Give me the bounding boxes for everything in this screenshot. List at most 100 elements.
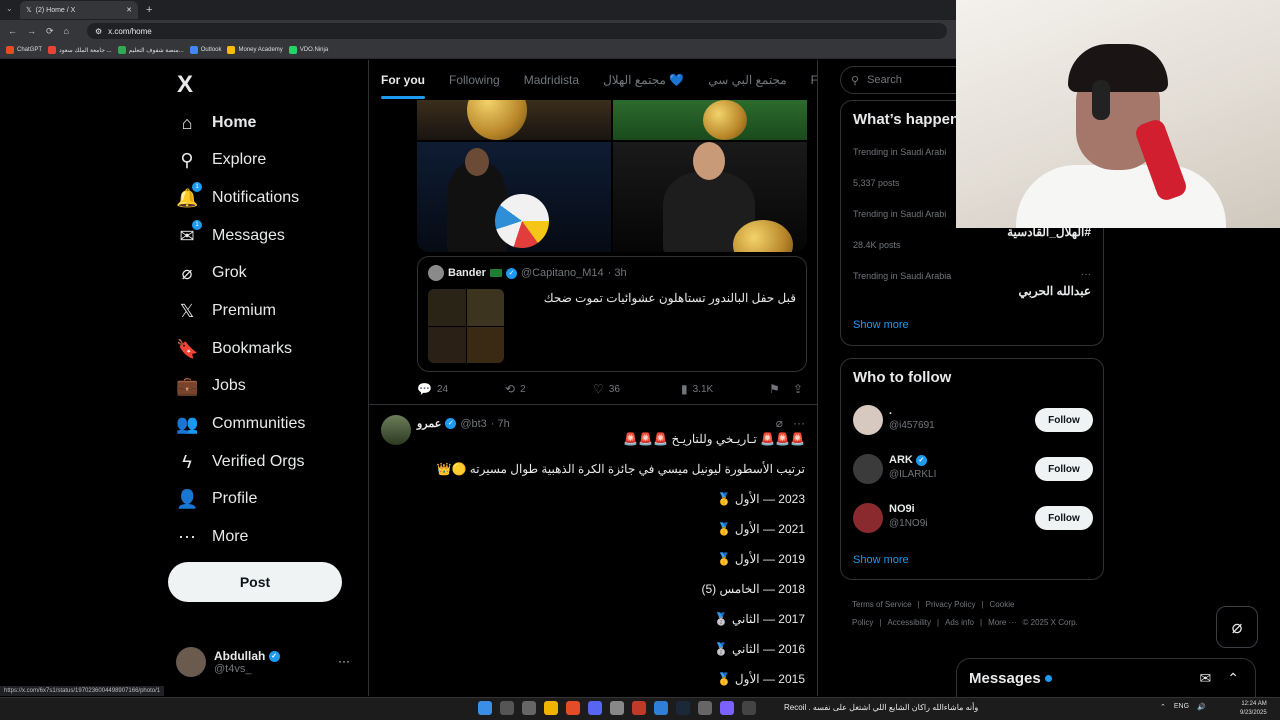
windows-start-icon[interactable] [478, 701, 492, 715]
post-more-icon[interactable]: ··· [793, 416, 805, 430]
share-button[interactable]: ⇪ [793, 382, 803, 396]
avatar[interactable] [381, 415, 411, 445]
follow-suggestion[interactable]: . @i457691 Follow [853, 403, 1093, 437]
system-clock[interactable]: 12:24 AM 9/23/2025 [1240, 700, 1267, 718]
trend-more-icon[interactable]: ··· [1081, 269, 1091, 280]
nav-item-jobs[interactable]: 💼 Jobs [176, 368, 246, 404]
post-author-name[interactable]: عمرو [417, 417, 441, 430]
nav-item-profile[interactable]: 👤 Profile [176, 481, 257, 517]
trend-context: Trending in Saudi Arabi [853, 209, 947, 219]
bookmark-item[interactable]: Outlook [189, 46, 221, 54]
chrome-icon[interactable] [566, 701, 580, 715]
trends-show-more-link[interactable]: Show more [853, 319, 909, 331]
tab-bc-community[interactable]: مجتمع البي سي [696, 60, 798, 100]
bookmark-item[interactable]: VDO.Ninja [288, 46, 328, 54]
views-button[interactable]: ▮ 3.1K [681, 382, 713, 396]
post-author-handle[interactable]: @bt3 [460, 418, 486, 430]
quoted-post[interactable]: Bander ✓ @Capitano_M14 · 3h قبل حفل البا… [417, 256, 807, 372]
footer-link[interactable]: Terms of Service [852, 600, 912, 609]
follow-show-more-link[interactable]: Show more [853, 554, 909, 566]
media-photo-3[interactable] [417, 142, 611, 252]
task-view-icon[interactable] [522, 701, 536, 715]
repost-button[interactable]: ⟲ 2 [505, 382, 526, 396]
follow-suggestion[interactable]: NO9i @1NO9i Follow [853, 501, 1093, 535]
follow-button[interactable]: Follow [1035, 457, 1093, 481]
steam-icon[interactable] [676, 701, 690, 715]
expand-chevron-icon[interactable]: ⌃ [1227, 670, 1239, 687]
home-browser-icon[interactable]: ⌂ [64, 26, 69, 36]
reload-icon[interactable]: ⟳ [46, 26, 54, 37]
post-button[interactable]: Post [168, 562, 342, 602]
discord-icon[interactable] [588, 701, 602, 715]
new-tab-button[interactable]: + [146, 4, 152, 16]
taskbar-app-icon[interactable] [742, 701, 756, 715]
nav-item-home[interactable]: ⌂ Home [176, 105, 257, 141]
site-info-icon[interactable]: ⚙ [95, 27, 102, 36]
tab-madridista[interactable]: Madridista [512, 60, 591, 100]
tab-following[interactable]: Following [437, 60, 512, 100]
bookmark-button[interactable]: ⚑ [769, 382, 780, 396]
taskbar-search-icon[interactable] [500, 701, 514, 715]
post-media-grid[interactable] [417, 100, 807, 252]
tab-search-icon[interactable]: ⌄ [6, 4, 13, 13]
bookmark-item[interactable]: جامعة الملك سعود ... [48, 46, 112, 54]
taskbar-app-icon[interactable] [654, 701, 668, 715]
nav-item-bookmarks[interactable]: 🔖 Bookmarks [176, 331, 292, 367]
reply-button[interactable]: 💬 24 [417, 382, 448, 396]
file-explorer-icon[interactable] [544, 701, 558, 715]
tab-fal[interactable]: Fal [799, 60, 817, 100]
media-photo-1[interactable] [417, 100, 611, 140]
quoted-media-thumbnail[interactable] [428, 289, 504, 363]
close-tab-icon[interactable]: ✕ [126, 6, 132, 14]
nav-item-grok[interactable]: ⌀ Grok [176, 255, 247, 291]
tab-for-you[interactable]: For you [369, 60, 437, 100]
taskbar-app-icon[interactable] [610, 701, 624, 715]
grok-explain-icon[interactable]: ⌀ [776, 416, 783, 430]
account-more-icon[interactable]: ··· [338, 654, 350, 668]
x-logo-icon[interactable]: X [177, 71, 193, 99]
address-bar[interactable]: ⚙ x.com/home [86, 23, 947, 39]
x-premium-icon: 𝕏 [179, 300, 195, 321]
taskbar-app-icon[interactable] [632, 701, 646, 715]
language-indicator[interactable]: ENG [1174, 703, 1189, 711]
back-icon[interactable]: ← [8, 26, 17, 36]
tray-chevron-icon[interactable]: ⌃ [1160, 703, 1166, 711]
taskbar-app-icon[interactable] [720, 701, 734, 715]
footer-link[interactable]: Accessibility [887, 618, 931, 627]
tab-hilal-community[interactable]: مجتمع الهلال 💙 [591, 60, 696, 100]
volume-icon[interactable]: 🔊 [1197, 703, 1206, 711]
media-photo-4[interactable] [613, 142, 807, 252]
bookmark-item[interactable]: منصة شفوف التعليم... [117, 46, 184, 54]
account-switcher[interactable]: Abdullah ✓ @t4vs_ ··· [176, 644, 356, 680]
messages-drawer[interactable]: Messages ✉ ⌃ [956, 658, 1256, 698]
post-text-line: 2018 — الخامس (5) [701, 582, 805, 596]
bookmark-item[interactable]: Money Academy [227, 46, 283, 54]
taskbar-app-icon[interactable] [698, 701, 712, 715]
follow-suggestion[interactable]: ARK ✓ @ILARKLI Follow [853, 452, 1093, 486]
face [693, 142, 725, 180]
new-message-icon[interactable]: ✉ [1200, 670, 1212, 687]
nav-item-notifications[interactable]: 🔔 1 Notifications [176, 180, 299, 216]
grok-floating-button[interactable]: ⌀ [1216, 606, 1258, 648]
follow-button[interactable]: Follow [1035, 408, 1093, 432]
browser-tab-home[interactable]: 𝕏 (2) Home / X ✕ [20, 1, 138, 19]
nav-item-messages[interactable]: ✉ 1 Messages [176, 218, 285, 254]
footer-link[interactable]: Privacy Policy [926, 600, 976, 609]
nav-item-more[interactable]: ⋯ More [176, 519, 248, 555]
nav-item-premium[interactable]: 𝕏 Premium [176, 293, 276, 329]
like-button[interactable]: ♡ 36 [593, 382, 620, 396]
nav-item-explore[interactable]: ⚲ Explore [176, 142, 266, 178]
footer-link[interactable]: Ads info [945, 618, 974, 627]
clock-time: 12:24 AM [1241, 701, 1267, 707]
verified-badge-icon: ✓ [915, 454, 927, 466]
footer-link[interactable]: More ··· [988, 618, 1016, 627]
bookmark-item[interactable]: ChatGPT [6, 46, 42, 54]
media-photo-2[interactable] [613, 100, 807, 140]
follow-button[interactable]: Follow [1035, 506, 1093, 530]
footer-link[interactable]: © 2025 X Corp. [1023, 618, 1078, 627]
nav-item-verified-orgs[interactable]: ϟ Verified Orgs [176, 444, 304, 480]
post-time[interactable]: · 7h [491, 418, 510, 430]
forward-icon[interactable]: → [27, 26, 36, 36]
nav-item-communities[interactable]: 👥 Communities [176, 406, 305, 442]
account-name: Abdullah [214, 649, 266, 663]
